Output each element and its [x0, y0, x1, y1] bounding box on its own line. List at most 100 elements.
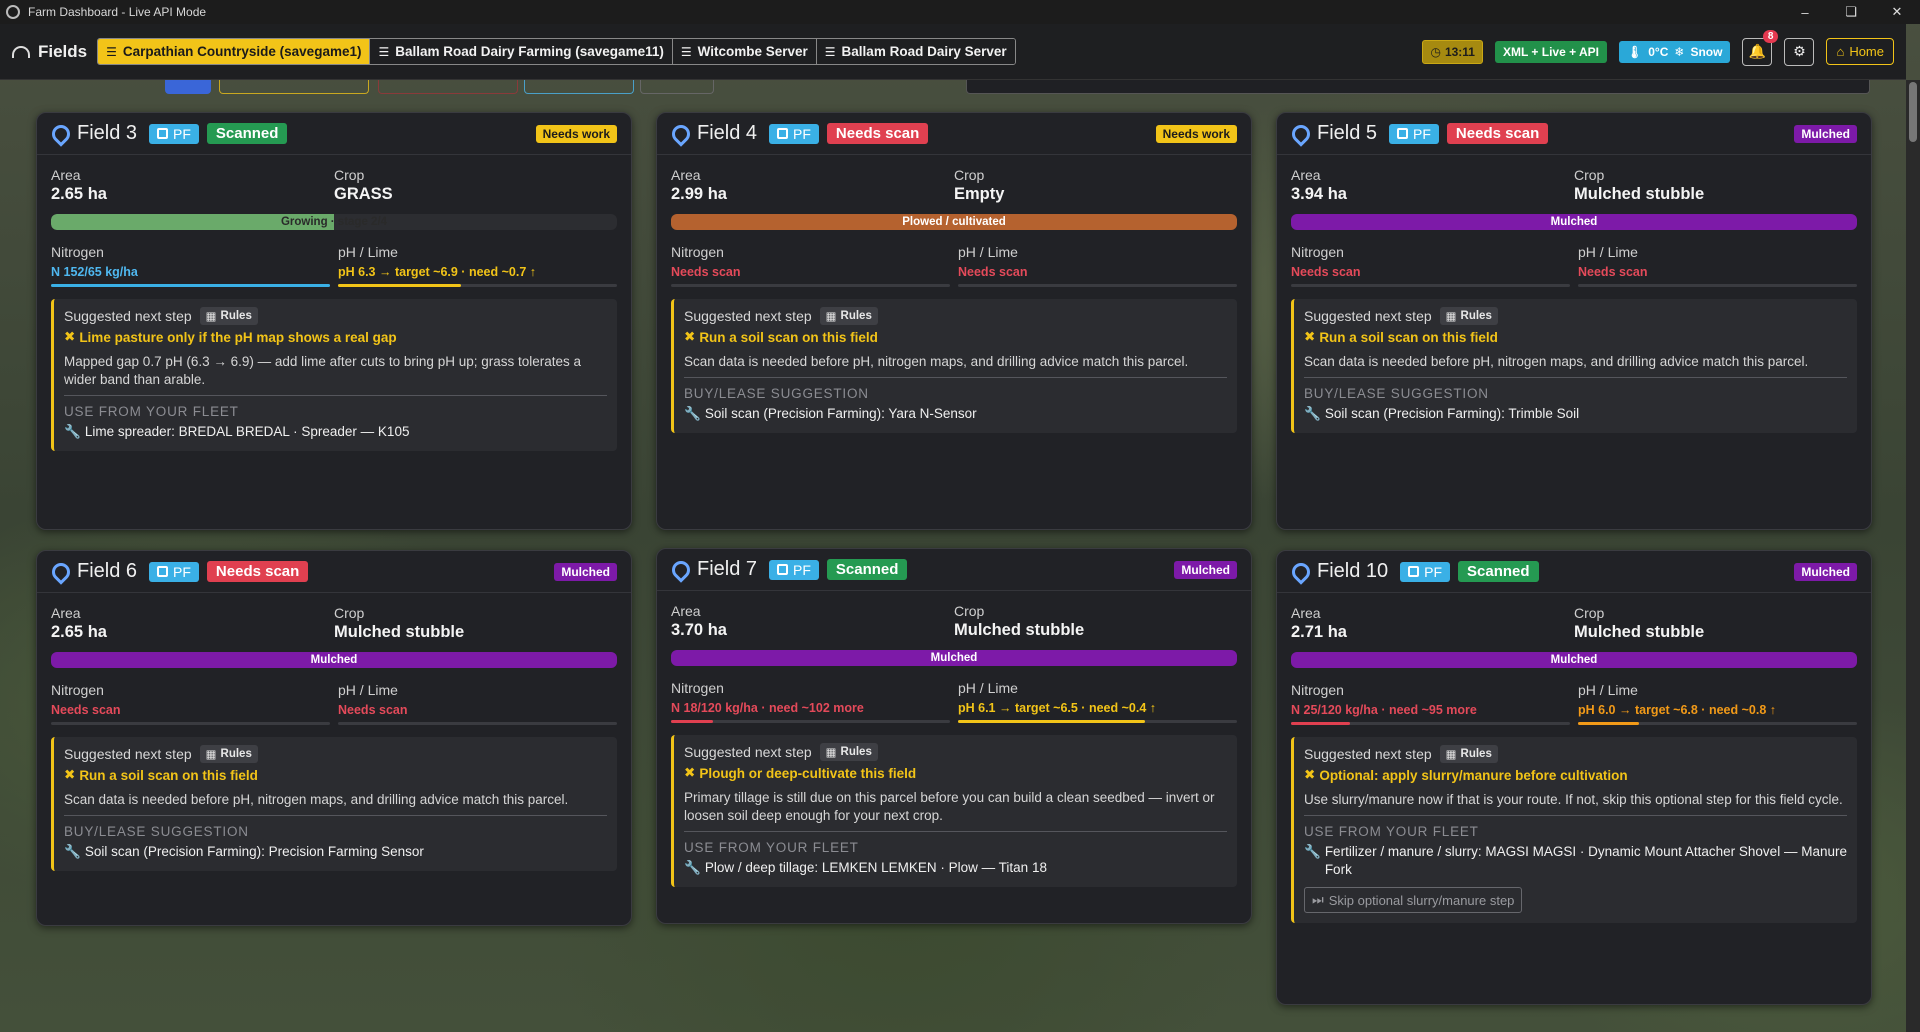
field-card: Field 5 PF Needs scan Mulched Area 3.94 …: [1276, 112, 1872, 530]
scrollbar-thumb[interactable]: [1909, 82, 1917, 142]
suggestion-title-text: Run a soil scan on this field: [79, 767, 258, 783]
suggestion-text: Primary tillage is still due on this par…: [684, 790, 1215, 823]
stage-label: Mulched: [1550, 654, 1598, 666]
wrench-icon: 🔧: [684, 406, 701, 421]
crop-label: Crop: [1574, 167, 1605, 183]
ph-label: pH / Lime: [958, 680, 1018, 696]
skip-optional-step-button[interactable]: ⏭ Skip optional slurry/manure step: [1304, 887, 1523, 913]
crop-block: Crop Mulched stubble: [334, 605, 617, 642]
field-name[interactable]: Field 7: [697, 558, 757, 581]
suggestion-divider: [64, 395, 607, 396]
crop-block: Crop Mulched stubble: [1574, 167, 1857, 204]
area-block: Area 2.99 ha: [671, 167, 954, 204]
scan-status-badge: Needs scan: [1446, 123, 1549, 144]
field-card-header: Field 10 PF Scanned Mulched: [1277, 551, 1871, 593]
search-input[interactable]: [966, 80, 1870, 94]
chip-icon: [1408, 566, 1420, 577]
filter-chip[interactable]: [378, 80, 518, 94]
ph-block: pH / Lime Needs scan: [958, 244, 1237, 287]
bell-icon: 🔔: [1748, 43, 1767, 59]
save-tab-label: Carpathian Countryside (savegame1): [122, 44, 362, 59]
filter-chip[interactable]: [219, 80, 369, 94]
field-card-body: Area 2.71 ha Crop Mulched stubble Mulche…: [1277, 593, 1871, 935]
area-label: Area: [51, 605, 81, 621]
chip-icon: [777, 128, 789, 139]
close-button[interactable]: ✕: [1874, 0, 1920, 24]
save-tab-label: Ballam Road Dairy Server: [841, 44, 1007, 59]
suggestion-panel: Suggested next step ▦ Rules ✖ Plough or de…: [671, 735, 1237, 887]
window-titlebar: Farm Dashboard - Live API Mode – ❏ ✕: [0, 0, 1920, 24]
filter-toolbar-peek: [0, 80, 1906, 94]
filter-chip[interactable]: [165, 80, 211, 94]
nitrogen-block: Nitrogen Needs scan: [1291, 244, 1570, 287]
save-tab-ballam-road-server[interactable]: ☰ Ballam Road Dairy Server: [816, 39, 1015, 64]
field-card-header: Field 7 PF Scanned Mulched: [657, 549, 1251, 591]
sitemap-icon: ▦: [205, 311, 217, 323]
ph-label: pH / Lime: [338, 244, 398, 260]
area-crop-row: Area 3.70 ha Crop Mulched stubble: [671, 603, 1237, 640]
field-name[interactable]: Field 5: [1317, 122, 1377, 145]
page-scrollbar[interactable]: [1906, 80, 1920, 1032]
area-block: Area 3.70 ha: [671, 603, 954, 640]
settings-button[interactable]: ⚙: [1784, 37, 1815, 66]
map-pin-icon: [51, 125, 65, 143]
nutrient-row: Nitrogen N 25/120 kg/ha · need ~95 more …: [1291, 682, 1857, 725]
suggestion-panel: Suggested next step ▦ Rules ✖ Run a soil s…: [51, 737, 617, 871]
suggestion-title-text: Run a soil scan on this field: [1319, 329, 1498, 345]
equipment-suggestion: 🔧 Lime spreader: BREDAL BREDAL · Spreader…: [64, 423, 607, 441]
equipment-text: Soil scan (Precision Farming): Yara N-Se…: [704, 406, 977, 421]
skip-icon: ⏭: [1312, 892, 1324, 907]
brand-label: Fields: [38, 41, 88, 61]
area-crop-row: Area 3.94 ha Crop Mulched stubble: [1291, 167, 1857, 204]
sitemap-icon: ▦: [825, 311, 837, 323]
field-card: Field 3 PF Scanned Needs work Area 2.65 …: [36, 112, 632, 530]
suggestion-header: Suggested next step ▦ Rules: [64, 307, 607, 325]
save-tab-carpathian[interactable]: ☰ Carpathian Countryside (savegame1): [98, 39, 371, 64]
equipment-suggestion: 🔧 Soil scan (Precision Farming): Trimble …: [1304, 405, 1847, 423]
notifications-button[interactable]: 🔔 8: [1742, 29, 1779, 66]
nitrogen-label: Nitrogen: [51, 682, 104, 698]
save-tab-ballam-road[interactable]: ☰ Ballam Road Dairy Farming (savegame11): [370, 39, 673, 64]
brand[interactable]: Fields: [12, 42, 87, 62]
rules-label: Rules: [840, 310, 872, 322]
pf-label: PF: [1413, 125, 1431, 142]
suggestion-divider: [684, 831, 1227, 832]
nitrogen-meter: [1291, 722, 1570, 725]
suggestion-divider: [1304, 377, 1847, 378]
save-tab-witcombe[interactable]: ☰ Witcombe Server: [672, 39, 817, 64]
rules-tag: ▦ Rules: [1439, 307, 1498, 325]
minimize-button[interactable]: –: [1782, 0, 1828, 24]
area-value: 2.65 ha: [51, 185, 107, 203]
suggestion-title: ✖ Optional: apply slurry/manure before cu…: [1304, 767, 1847, 783]
nitrogen-value: N 25/120 kg/ha · need ~95 more: [1291, 703, 1477, 717]
field-name[interactable]: Field 4: [697, 122, 757, 145]
field-name[interactable]: Field 6: [77, 560, 137, 583]
nutrient-row: Nitrogen Needs scan pH / Lime Needs scan: [1291, 244, 1857, 287]
crop-block: Crop GRASS: [334, 167, 617, 204]
ph-meter-fill: [338, 284, 461, 287]
field-name[interactable]: Field 3: [77, 122, 137, 145]
nitrogen-block: Nitrogen N 152/65 kg/ha: [51, 244, 330, 287]
window-controls: – ❏ ✕: [1782, 0, 1920, 24]
nitrogen-meter: [1291, 284, 1570, 287]
ph-meter: [1578, 284, 1857, 287]
home-label: Home: [1849, 44, 1884, 59]
rules-label: Rules: [1460, 748, 1492, 760]
suggestion-divider: [684, 377, 1227, 378]
filter-chip[interactable]: [524, 80, 634, 94]
rules-label: Rules: [840, 746, 872, 758]
growth-stage-bar: Mulched: [1291, 214, 1857, 230]
map-pin-icon: [51, 563, 65, 581]
game-time: 13:11: [1444, 44, 1475, 59]
scan-status-badge: Scanned: [1458, 561, 1539, 582]
notification-count: 8: [1762, 29, 1779, 43]
snowflake-icon: ❄: [1674, 44, 1685, 59]
app-icon: [6, 5, 20, 19]
nitrogen-meter: [671, 720, 950, 723]
filter-chip[interactable]: [640, 80, 714, 94]
home-button[interactable]: ⌂ Home: [1826, 38, 1894, 65]
growth-stage-bar: Plowed / cultivated: [671, 214, 1237, 230]
suggestion-label: Suggested next step: [64, 308, 192, 324]
maximize-button[interactable]: ❏: [1828, 0, 1874, 24]
field-name[interactable]: Field 10: [1317, 560, 1388, 583]
